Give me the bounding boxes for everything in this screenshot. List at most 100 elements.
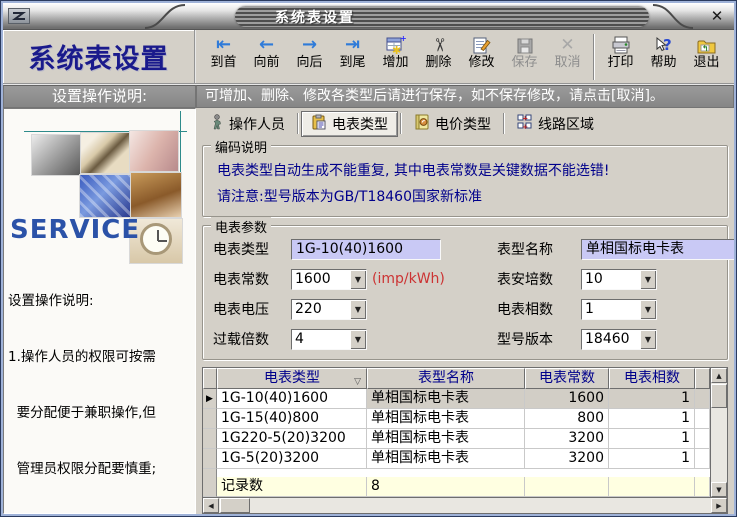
chevron-down-icon[interactable]: ▼	[640, 270, 656, 289]
close-icon: ✕	[711, 7, 724, 25]
svg-text:✱: ✱	[392, 44, 401, 55]
toolbar-button-last[interactable]: ⇥ 到尾	[331, 32, 374, 81]
toolbar-button-label: 删除	[425, 55, 451, 70]
selected-value: 4	[292, 330, 350, 349]
tab-operators[interactable]: 操作人员	[200, 112, 294, 136]
selected-value: 10	[582, 270, 640, 289]
toolbar-button-next[interactable]: → 向后	[288, 32, 331, 81]
cell-constant[interactable]: 3200	[525, 429, 609, 449]
toolbar-button-print[interactable]: 打印	[599, 32, 642, 81]
edit-icon	[472, 32, 491, 55]
chevron-down-icon[interactable]: ▼	[350, 300, 366, 319]
scrollbar-thumb[interactable]	[220, 498, 250, 513]
toolbar-button-edit[interactable]: 修改	[460, 32, 503, 81]
horizontal-scrollbar[interactable]: ◀ ▶	[202, 498, 728, 514]
overload-select[interactable]: 4 ▼	[291, 329, 367, 350]
cell-meter-type[interactable]: 1G-15(40)800	[217, 409, 367, 429]
cell-meter-type[interactable]: 1G-5(20)3200	[217, 449, 367, 469]
selected-value: 1	[582, 300, 640, 319]
table-row[interactable]: ▶ 1G-10(40)1600 单相国标电卡表 1600 1	[203, 389, 710, 409]
titlebar[interactable]: 系统表设置 ✕	[3, 3, 734, 30]
cell-constant[interactable]: 1600	[525, 389, 609, 409]
phase-select[interactable]: 1 ▼	[581, 299, 657, 320]
field-label: 电表电压	[213, 299, 291, 319]
chevron-down-icon[interactable]: ▼	[350, 270, 366, 289]
field-label: 型号版本	[497, 329, 581, 349]
table-row[interactable]: 1G-15(40)800 单相国标电卡表 800 1	[203, 409, 710, 429]
titlebar-curve-right-icon	[651, 3, 695, 30]
body: SERVICE 设置操作说明: 1.操作人员的权限可按需 要分配便于兼职操作,但…	[3, 108, 734, 514]
toolbar-button-help[interactable]: ? 帮助	[642, 32, 685, 81]
column-header[interactable]: 电表类型 ▽	[217, 368, 367, 389]
sidebar: SERVICE 设置操作说明: 1.操作人员的权限可按需 要分配便于兼职操作,但…	[3, 108, 196, 514]
close-button[interactable]: ✕	[706, 6, 728, 26]
row-indicator-icon: ▶	[203, 389, 217, 409]
window-title: 系统表设置	[235, 7, 355, 27]
tab-meter-type[interactable]: 电表类型	[302, 112, 397, 136]
cell-model-name[interactable]: 单相国标电卡表	[367, 409, 525, 429]
cell-phase[interactable]: 1	[609, 429, 695, 449]
version-select[interactable]: 18460 ▼	[581, 329, 657, 350]
app-logo-icon	[8, 8, 30, 24]
vertical-scrollbar[interactable]: ▲ ▼	[711, 367, 728, 498]
tab-separator	[400, 113, 402, 134]
model-name-field[interactable]: 单相国标电卡表	[581, 239, 734, 260]
voltage-select[interactable]: 220 ▼	[291, 299, 367, 320]
chevron-down-icon[interactable]: ▼	[350, 330, 366, 349]
collage-photo-tools	[32, 135, 80, 175]
meter-constant-select[interactable]: 1600 ▼	[291, 269, 367, 290]
scrollbar-thumb[interactable]	[711, 384, 727, 408]
tab-price-type[interactable]: 电价类型	[405, 112, 500, 136]
cell-meter-type[interactable]: 1G-10(40)1600	[217, 389, 367, 409]
tab-line-area[interactable]: + + 线路区域	[508, 112, 603, 136]
toolbar-button-exit[interactable]: ↰ 退出	[685, 32, 728, 81]
cell-model-name[interactable]: 单相国标电卡表	[367, 449, 525, 469]
toolbar-button-delete[interactable]: ✂ 删除	[417, 32, 460, 81]
cell-filler	[695, 429, 710, 449]
tab-bar: 操作人员 电表类型	[200, 110, 730, 137]
ampere-select[interactable]: 10 ▼	[581, 269, 657, 290]
price-book-icon	[414, 114, 430, 134]
cell-model-name[interactable]: 单相国标电卡表	[367, 389, 525, 409]
header-row: 系统表设置 ⇤ 到首 ← 向前 → 向后 ⇥ 到尾	[3, 30, 734, 85]
scroll-down-icon[interactable]: ▼	[711, 482, 727, 497]
cell-meter-type[interactable]: 1G220-5(20)3200	[217, 429, 367, 449]
unit-note: (imp/kWh)	[372, 271, 445, 287]
scroll-left-icon[interactable]: ◀	[203, 498, 219, 513]
column-header[interactable]: 电表相数	[609, 368, 695, 389]
table-row[interactable]: 1G220-5(20)3200 单相国标电卡表 3200 1	[203, 429, 710, 449]
instruction-line: 1.操作人员的权限可按需	[8, 348, 195, 367]
table-footer-row: 记录数 8	[203, 477, 710, 497]
toolbar-button-prev[interactable]: ← 向前	[245, 32, 288, 81]
coding-note-line: 请注意:型号版本为GB/T18460国家新标准	[217, 184, 719, 210]
cell-phase[interactable]: 1	[609, 409, 695, 429]
toolbar-button-label: 增加	[382, 55, 408, 70]
notice-bar: 可增加、删除、修改各类型后请进行保存，如不保存修改，请点击[取消]。	[196, 85, 734, 108]
toolbar-button-add[interactable]: + ✱ 增加	[374, 32, 417, 81]
scroll-right-icon[interactable]: ▶	[711, 498, 727, 513]
column-header-label: 表型名称	[418, 370, 474, 386]
table-row[interactable]: 1G-5(20)3200 单相国标电卡表 3200 1	[203, 449, 710, 469]
cell-model-name[interactable]: 单相国标电卡表	[367, 429, 525, 449]
cell-phase[interactable]: 1	[609, 389, 695, 409]
meter-type-field[interactable]: 1G-10(40)1600	[291, 239, 441, 260]
sort-indicator-icon: ▽	[354, 373, 361, 389]
column-header[interactable]: 电表常数	[525, 368, 609, 389]
chevron-down-icon[interactable]: ▼	[640, 300, 656, 319]
record-count-value: 8	[367, 477, 525, 497]
cell-constant[interactable]: 800	[525, 409, 609, 429]
coding-groupbox: 编码说明 电表类型自动生成不能重复, 其中电表常数是关键数据不能选错! 请注意:…	[202, 145, 728, 217]
scrollbar-track[interactable]	[250, 498, 711, 513]
exit-folder-icon: ↰	[697, 32, 717, 55]
meter-type-table: 电表类型 ▽ 表型名称 电表常数 电表相数 ▶ 1G-10(40)1600 单相…	[202, 367, 711, 498]
chevron-down-icon[interactable]: ▼	[640, 330, 656, 349]
svg-text:+: +	[522, 114, 528, 122]
scrollbar-track[interactable]	[711, 408, 727, 482]
cell-constant[interactable]: 3200	[525, 449, 609, 469]
clipboard-icon	[311, 114, 327, 134]
scroll-up-icon[interactable]: ▲	[711, 368, 727, 383]
cell-phase[interactable]: 1	[609, 449, 695, 469]
column-header[interactable]: 表型名称	[367, 368, 525, 389]
toolbar-button-first[interactable]: ⇤ 到首	[202, 32, 245, 81]
field-label: 电表类型	[213, 239, 291, 259]
